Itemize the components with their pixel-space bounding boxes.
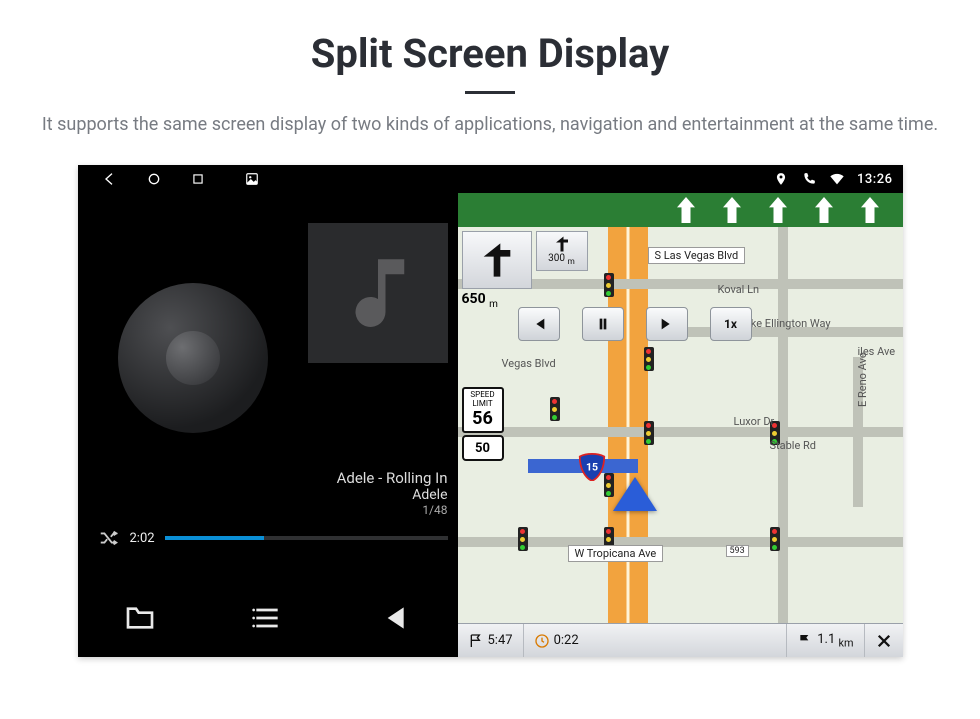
street-label: S Las Vegas Blvd: [648, 247, 746, 264]
flag-icon: [468, 633, 484, 649]
street-text: Luxor Dr: [734, 415, 775, 428]
wifi-icon: [829, 171, 845, 187]
close-icon: [875, 632, 893, 650]
music-player-pane: Adele - Rolling In Adele 1/48 2:02: [78, 193, 458, 657]
street-text: E Reno Ave: [856, 353, 869, 408]
recent-apps-icon[interactable]: [190, 171, 206, 187]
nav-speed-button[interactable]: 1x: [710, 307, 752, 341]
track-title: Adele - Rolling In: [337, 469, 448, 487]
page-subtitle: It supports the same screen display of t…: [42, 112, 938, 137]
folder-button[interactable]: [78, 579, 205, 657]
lane-arrow-icon: [671, 197, 701, 223]
device-screenshot: 13:26 Adele - Rolling In Adele 1/48: [78, 165, 903, 657]
map-canvas[interactable]: 15 S Las Vegas Blvd Koval Ln Duke Elling…: [458, 227, 903, 623]
home-icon[interactable]: [146, 171, 162, 187]
street-label: W Tropicana Ave: [568, 545, 664, 562]
street-label-number: 593: [726, 545, 749, 557]
nav-info-bar: 5:47 0:22 1.1 km: [458, 623, 903, 657]
shuffle-icon[interactable]: [98, 527, 120, 549]
page-title: Split Screen Display: [42, 30, 938, 77]
vehicle-position-icon: [613, 477, 657, 511]
clock-icon: [534, 633, 550, 649]
phone-icon: [801, 171, 817, 187]
interstate-shield-icon: 15: [578, 453, 606, 481]
svg-text:15: 15: [585, 461, 597, 474]
turn-distance: 650 m: [462, 291, 498, 310]
elapsed-time: 2:02: [130, 531, 155, 546]
lane-guidance-bar: [458, 193, 903, 227]
previous-track-button[interactable]: [331, 579, 458, 657]
album-art-placeholder: [308, 223, 448, 363]
route-shield: 50: [462, 435, 504, 461]
route-flag-icon: [797, 633, 813, 649]
statusbar-clock: 13:26: [857, 172, 892, 187]
image-notification-icon[interactable]: [244, 171, 260, 187]
location-icon: [773, 171, 789, 187]
lane-arrow-icon: [717, 197, 747, 223]
lane-arrow-icon: [809, 197, 839, 223]
lane-arrow-icon: [763, 197, 793, 223]
title-underline: [465, 91, 515, 94]
next-turn-button[interactable]: [462, 231, 532, 289]
track-artist: Adele: [337, 487, 448, 503]
street-text: Koval Ln: [718, 283, 760, 296]
track-counter: 1/48: [337, 503, 448, 517]
progress-bar[interactable]: [165, 536, 448, 540]
street-text: Vegas Blvd: [502, 357, 556, 370]
music-note-icon: [333, 248, 423, 338]
following-turn-button[interactable]: 300 m: [536, 231, 588, 271]
navigation-pane: 15 S Las Vegas Blvd Koval Ln Duke Elling…: [458, 193, 903, 657]
eta-segment[interactable]: 5:47: [458, 624, 524, 657]
nav-prev-button[interactable]: [518, 307, 560, 341]
distance-segment[interactable]: 1.1 km: [787, 624, 864, 657]
playlist-button[interactable]: [204, 579, 331, 657]
nav-pause-button[interactable]: [582, 307, 624, 341]
street-text: Stable Rd: [770, 439, 817, 452]
speed-limit-sign: SPEED LIMIT 56: [462, 387, 504, 432]
jog-dial[interactable]: [118, 283, 268, 433]
street-text: iles Ave: [858, 345, 896, 358]
time-to-go-segment[interactable]: 0:22: [524, 624, 788, 657]
nav-next-button[interactable]: [646, 307, 688, 341]
back-icon[interactable]: [102, 171, 118, 187]
close-nav-button[interactable]: [865, 624, 903, 657]
android-statusbar: 13:26: [78, 165, 903, 193]
lane-arrow-icon: [855, 197, 885, 223]
